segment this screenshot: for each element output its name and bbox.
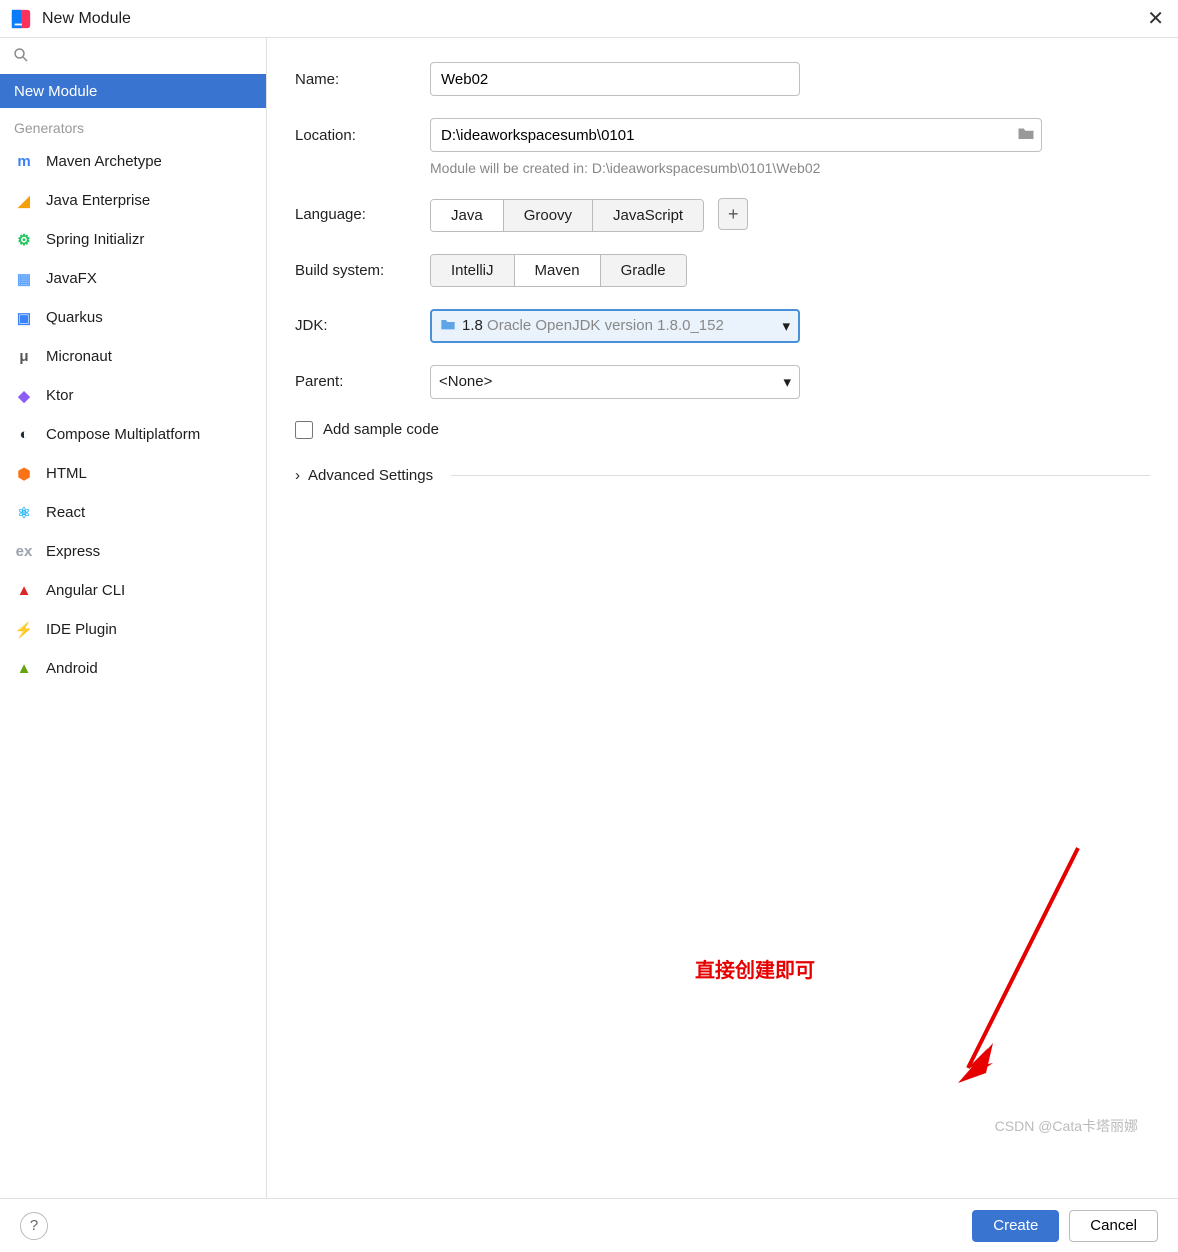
jdk-label: JDK: bbox=[295, 317, 430, 334]
sidebar-item-html[interactable]: ⬢ HTML bbox=[0, 454, 266, 493]
titlebar: New Module ✕ bbox=[0, 0, 1178, 38]
sidebar-item-quarkus[interactable]: ▣ Quarkus bbox=[0, 298, 266, 337]
sidebar-item-express[interactable]: ex Express bbox=[0, 532, 266, 571]
sidebar-item-java-enterprise[interactable]: ◢ Java Enterprise bbox=[0, 181, 266, 220]
location-label: Location: bbox=[295, 127, 430, 144]
sidebar-item-compose-multiplatform[interactable]: ◐ Compose Multiplatform bbox=[0, 415, 266, 454]
sidebar-item-new-module[interactable]: New Module bbox=[0, 74, 266, 108]
generator-icon: ▣ bbox=[14, 308, 34, 328]
cancel-button[interactable]: Cancel bbox=[1069, 1210, 1158, 1242]
window-title: New Module bbox=[42, 10, 1143, 28]
chevron-down-icon: ▾ bbox=[783, 373, 791, 391]
generator-label: Ktor bbox=[46, 387, 74, 404]
generator-icon: μ bbox=[14, 347, 34, 367]
name-label: Name: bbox=[295, 71, 430, 88]
language-option-groovy[interactable]: Groovy bbox=[504, 200, 593, 231]
chevron-down-icon: ▾ bbox=[782, 317, 790, 335]
generator-label: Java Enterprise bbox=[46, 192, 150, 209]
generator-label: Compose Multiplatform bbox=[46, 426, 200, 443]
generator-icon: ▲ bbox=[14, 659, 34, 679]
build-label: Build system: bbox=[295, 262, 430, 279]
folder-icon[interactable] bbox=[1017, 125, 1035, 145]
main-panel: Name: Location: Module will be created i… bbox=[267, 38, 1178, 1198]
generator-icon: ⚛ bbox=[14, 503, 34, 523]
language-segment: JavaGroovyJavaScript bbox=[430, 199, 704, 232]
sidebar-item-ide-plugin[interactable]: ⚡ IDE Plugin bbox=[0, 610, 266, 649]
build-segment: IntelliJMavenGradle bbox=[430, 254, 687, 287]
sidebar-item-maven-archetype[interactable]: m Maven Archetype bbox=[0, 142, 266, 181]
generator-label: Maven Archetype bbox=[46, 153, 162, 170]
search-icon bbox=[12, 46, 30, 64]
parent-label: Parent: bbox=[295, 373, 430, 390]
generator-label: Spring Initializr bbox=[46, 231, 144, 248]
sample-code-checkbox[interactable] bbox=[295, 421, 313, 439]
generator-icon: ▲ bbox=[14, 581, 34, 601]
generator-icon: ⚡ bbox=[14, 620, 34, 640]
generator-icon: m bbox=[14, 152, 34, 172]
footer: ? Create Cancel bbox=[0, 1198, 1178, 1252]
search-input[interactable] bbox=[0, 38, 266, 74]
sidebar-item-javafx[interactable]: ▦ JavaFX bbox=[0, 259, 266, 298]
generator-label: HTML bbox=[46, 465, 87, 482]
sidebar-item-angular-cli[interactable]: ▲ Angular CLI bbox=[0, 571, 266, 610]
add-language-button[interactable]: + bbox=[718, 198, 748, 230]
jdk-dropdown[interactable]: 1.8 Oracle OpenJDK version 1.8.0_152 ▾ bbox=[430, 309, 800, 343]
generator-label: Android bbox=[46, 660, 98, 677]
build-option-gradle[interactable]: Gradle bbox=[601, 255, 686, 286]
generator-icon: ◐ bbox=[14, 425, 34, 445]
name-input[interactable] bbox=[430, 62, 800, 96]
sidebar-item-label: New Module bbox=[14, 83, 97, 100]
generator-label: Express bbox=[46, 543, 100, 560]
language-option-javascript[interactable]: JavaScript bbox=[593, 200, 703, 231]
sidebar-item-android[interactable]: ▲ Android bbox=[0, 649, 266, 688]
annotation-text: 直接创建即可 bbox=[695, 954, 815, 983]
generator-label: Angular CLI bbox=[46, 582, 125, 599]
chevron-right-icon: › bbox=[295, 467, 300, 484]
sidebar-item-spring-initializr[interactable]: ⚙ Spring Initializr bbox=[0, 220, 266, 259]
generator-icon: ◢ bbox=[14, 191, 34, 211]
language-option-java[interactable]: Java bbox=[431, 200, 504, 231]
language-label: Language: bbox=[295, 206, 430, 223]
generator-label: React bbox=[46, 504, 85, 521]
generator-icon: ex bbox=[14, 542, 34, 562]
close-icon[interactable]: ✕ bbox=[1143, 2, 1168, 35]
help-button[interactable]: ? bbox=[20, 1212, 48, 1240]
generator-icon: ⚙ bbox=[14, 230, 34, 250]
build-option-intellij[interactable]: IntelliJ bbox=[431, 255, 515, 286]
generator-label: Quarkus bbox=[46, 309, 103, 326]
generator-icon: ▦ bbox=[14, 269, 34, 289]
generator-label: IDE Plugin bbox=[46, 621, 117, 638]
location-input[interactable] bbox=[441, 127, 1017, 144]
sidebar-item-micronaut[interactable]: μ Micronaut bbox=[0, 337, 266, 376]
build-option-maven[interactable]: Maven bbox=[515, 255, 601, 286]
generator-label: JavaFX bbox=[46, 270, 97, 287]
location-hint: Module will be created in: D:\ideaworksp… bbox=[430, 160, 1150, 176]
create-button[interactable]: Create bbox=[972, 1210, 1059, 1242]
watermark: CSDN @Cata卡塔丽娜 bbox=[995, 1116, 1138, 1136]
annotation-arrow bbox=[938, 838, 1118, 1118]
sidebar-item-react[interactable]: ⚛ React bbox=[0, 493, 266, 532]
generator-label: Micronaut bbox=[46, 348, 112, 365]
generator-icon: ◆ bbox=[14, 386, 34, 406]
app-icon bbox=[10, 8, 32, 30]
parent-dropdown[interactable]: <None> ▾ bbox=[430, 365, 800, 399]
sidebar-item-ktor[interactable]: ◆ Ktor bbox=[0, 376, 266, 415]
generator-icon: ⬢ bbox=[14, 464, 34, 484]
advanced-settings-toggle[interactable]: › Advanced Settings bbox=[295, 467, 1150, 484]
sidebar: New Module Generators m Maven Archetype ◢ J… bbox=[0, 38, 267, 1198]
section-label-generators: Generators bbox=[0, 108, 266, 142]
folder-icon bbox=[440, 317, 456, 335]
sample-code-label: Add sample code bbox=[323, 421, 439, 438]
